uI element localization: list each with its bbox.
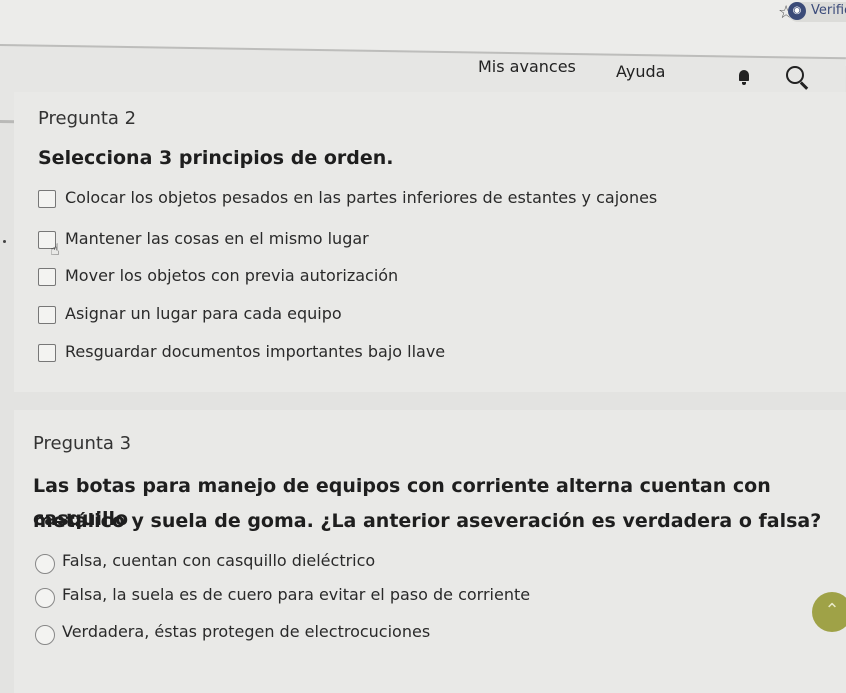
option-label: Mantener las cosas en el mismo lugar [65,229,369,248]
option-label: Falsa, la suela es de cuero para evitar … [62,585,531,604]
option-label: Resguardar documentos importantes bajo l… [65,342,446,361]
checkbox[interactable] [38,344,56,362]
option-label: Asignar un lugar para cada equipo [65,304,342,323]
checkbox[interactable] [38,268,56,286]
scroll-top-button[interactable]: ⌃ [812,592,846,632]
question-number: Pregunta 2 [38,108,137,129]
checkbox[interactable] [38,306,56,324]
double-chevron-up-icon: ⌃ [824,600,840,621]
verify-label: Verific [811,3,846,18]
nav-my-progress[interactable]: Mis avances [478,57,576,76]
question-number: Pregunta 3 [33,433,132,454]
radio[interactable] [35,554,55,574]
radio[interactable] [35,625,55,645]
checkbox[interactable] [38,190,56,208]
stray-dot [3,240,6,243]
nav-help[interactable]: Ayuda [616,62,665,81]
radio[interactable] [35,588,55,608]
hand-cursor-icon: ☝ [50,240,60,259]
question-title: Selecciona 3 principios de orden. [38,147,394,169]
bell-icon[interactable] [738,70,750,85]
option-label: Colocar los objetos pesados en las parte… [65,188,658,207]
option-label: Verdadera, éstas protegen de electrocuci… [62,622,431,641]
search-icon[interactable] [786,66,809,90]
option-label: Mover los objetos con previa autorizació… [65,266,399,285]
verify-logo-icon: ◉ [788,2,806,20]
verify-button[interactable]: ◉ Verific [788,2,846,22]
option-label: Falsa, cuentan con casquillo dieléctrico [62,551,376,570]
question-title-line-2: metálico y suela de goma. ¿La anterior a… [33,510,822,532]
